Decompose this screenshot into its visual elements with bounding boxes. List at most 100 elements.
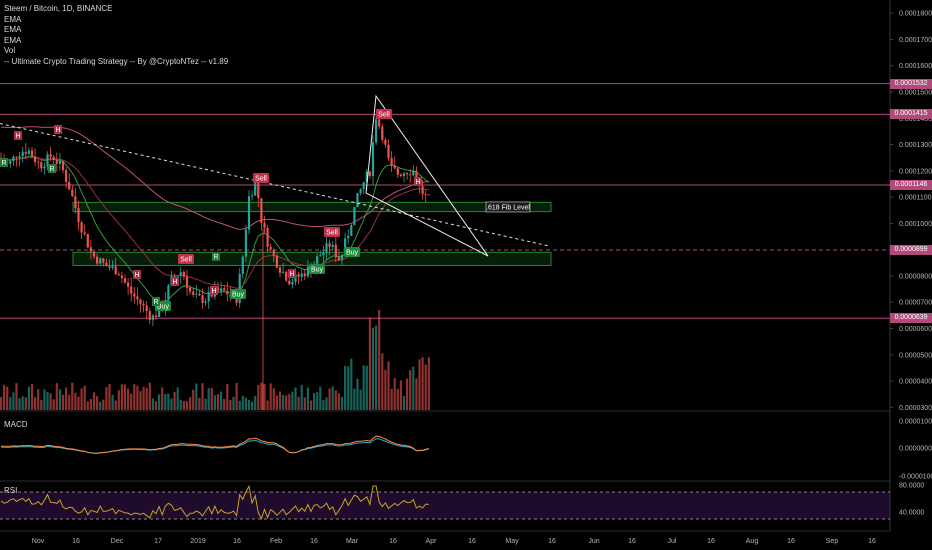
candle-body (130, 286, 133, 294)
volume-bar (74, 392, 77, 410)
price-level-tag: 0.0001415 (890, 109, 932, 120)
volume-bar (334, 390, 337, 410)
volume-bar (210, 388, 213, 410)
candle-body (139, 299, 142, 304)
legend-ema-3: EMA (4, 35, 22, 45)
candle-body (331, 244, 334, 247)
volume-bar (291, 391, 294, 410)
support-zones: .618 Fib Level (72, 201, 552, 266)
volume-bar (61, 394, 65, 410)
volume-bar (294, 387, 297, 410)
candle-body (393, 165, 396, 169)
pivot-marker-label: H (289, 271, 294, 278)
candle-body (375, 119, 378, 143)
candle-body (52, 156, 55, 160)
candle-body (371, 142, 375, 177)
volume-bars (0, 310, 430, 410)
volume-bar (142, 386, 145, 410)
volume-bar (18, 398, 21, 410)
candle-body (340, 254, 344, 261)
volume-bar (393, 378, 396, 410)
volume-bar (49, 393, 52, 410)
candle-body (263, 222, 266, 228)
candle-body (359, 189, 362, 194)
volume-bar (424, 364, 427, 410)
volume-bar (402, 396, 406, 410)
volume-bar (251, 401, 254, 410)
volume-bar (46, 392, 49, 410)
candle-body (350, 225, 353, 236)
candle-body (291, 281, 294, 285)
volume-bar (406, 378, 409, 410)
macd-tick-label: -0.0000100 (899, 474, 932, 481)
volume-bar (409, 370, 412, 410)
candle-body (123, 278, 127, 283)
fib-level-label: .618 Fib Level (486, 204, 530, 211)
volume-bar (114, 400, 117, 410)
candle-body (21, 152, 24, 157)
x-tick-label: 16 (868, 538, 876, 545)
candle-body (176, 275, 179, 277)
x-tick-label: 17 (154, 538, 162, 545)
candle-body (272, 249, 275, 256)
buy-signal-label: Buy (232, 292, 245, 299)
candle-body (27, 150, 30, 154)
volume-bar (86, 401, 89, 410)
volume-bar (399, 380, 402, 410)
legend-ema-2: EMA (4, 25, 22, 34)
volume-bar (133, 384, 136, 410)
candle-body (402, 173, 406, 177)
volume-bar (34, 397, 37, 410)
volume-bar (71, 382, 74, 410)
falling-wedge (365, 94, 489, 257)
candle-body (198, 293, 201, 296)
candle-body (427, 194, 430, 196)
candle-body (49, 154, 52, 157)
candle-body (120, 275, 123, 279)
x-tick-label: Jun (588, 538, 599, 545)
y-tick-label: 0.0001600 (899, 63, 932, 70)
volume-bar (158, 394, 161, 410)
sell-signal-label: Sell (180, 257, 192, 264)
volume-bar (80, 388, 83, 410)
volume-bar (77, 396, 80, 410)
candle-body (396, 168, 399, 175)
volume-bar (285, 395, 288, 410)
candle-body (226, 290, 229, 295)
volume-bar (3, 384, 6, 410)
macd-line (0, 435, 429, 454)
volume-bar (344, 365, 347, 410)
candle-body (384, 139, 387, 145)
y-tick-label: 0.0001100 (899, 195, 932, 202)
pivot-marker-label: R (1, 160, 6, 167)
candle-body (89, 247, 92, 252)
candle-body (80, 222, 83, 233)
candle-body (406, 173, 409, 175)
candle-body (15, 156, 18, 158)
volume-bar (418, 359, 421, 410)
volume-bar (421, 357, 424, 410)
volume-bar (303, 397, 306, 410)
candle-body (260, 198, 263, 223)
x-tick-label: 16 (628, 538, 636, 545)
volume-bar (111, 394, 114, 410)
volume-bar (204, 398, 207, 410)
candle-body (285, 271, 288, 281)
buy-signal-label: Buy (311, 267, 324, 274)
volume-bar (15, 383, 18, 410)
candle-body (275, 255, 278, 268)
candle-body (322, 252, 325, 256)
volume-bar (65, 387, 68, 410)
volume-bar (167, 393, 170, 410)
candle-body (96, 256, 99, 264)
candle-body (300, 273, 303, 278)
x-tick-label: Mar (346, 538, 359, 545)
volume-bar (362, 365, 365, 410)
chart-title: Steem / Bitcoin, 1D, BINANCE (4, 4, 113, 13)
candle-body (356, 193, 359, 208)
volume-bar (105, 387, 108, 410)
sell-signal-label: Sell (326, 230, 338, 237)
volume-bar (213, 395, 216, 410)
candle-body (316, 256, 319, 264)
volume-bar (257, 384, 260, 410)
